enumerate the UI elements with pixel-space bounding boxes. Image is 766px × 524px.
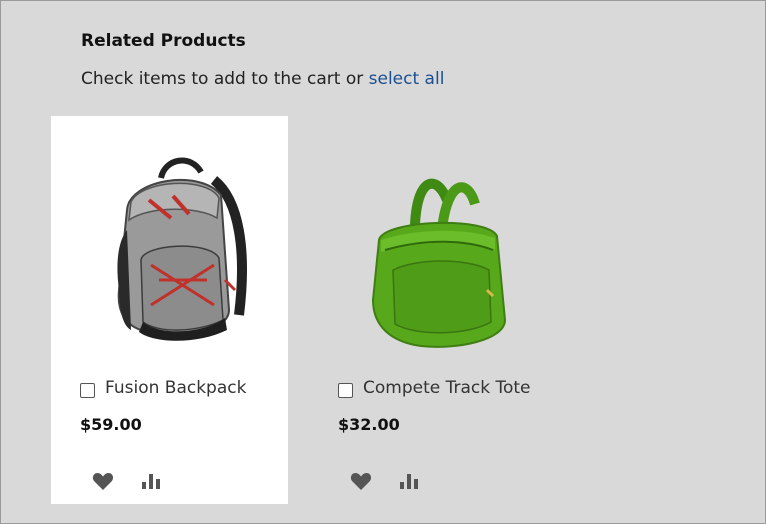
product-name[interactable]: Compete Track Tote — [363, 378, 531, 398]
product-actions — [349, 469, 421, 493]
product-card: Fusion Backpack $59.00 — [51, 116, 288, 504]
product-price: $32.00 — [338, 415, 400, 434]
instructions-text: Check items to add to the cart or select… — [81, 69, 444, 89]
product-price: $59.00 — [80, 415, 142, 434]
select-all-link[interactable]: select all — [369, 69, 445, 89]
section-title: Related Products — [81, 31, 246, 51]
backpack-image[interactable] — [79, 140, 269, 370]
product-checkbox[interactable] — [80, 382, 95, 398]
heart-icon[interactable] — [91, 469, 115, 493]
bar-chart-icon[interactable] — [397, 469, 421, 493]
instructions-prefix: Check items to add to the cart or — [81, 69, 369, 89]
heart-icon[interactable] — [349, 469, 373, 493]
tote-bag-image[interactable] — [337, 140, 527, 370]
product-actions — [91, 469, 163, 493]
product-name-row: Compete Track Tote — [338, 378, 531, 398]
bar-chart-icon[interactable] — [139, 469, 163, 493]
product-name[interactable]: Fusion Backpack — [105, 378, 246, 398]
product-name-row: Fusion Backpack — [80, 378, 246, 398]
product-card: Compete Track Tote $32.00 — [309, 116, 546, 504]
product-checkbox[interactable] — [338, 382, 353, 398]
